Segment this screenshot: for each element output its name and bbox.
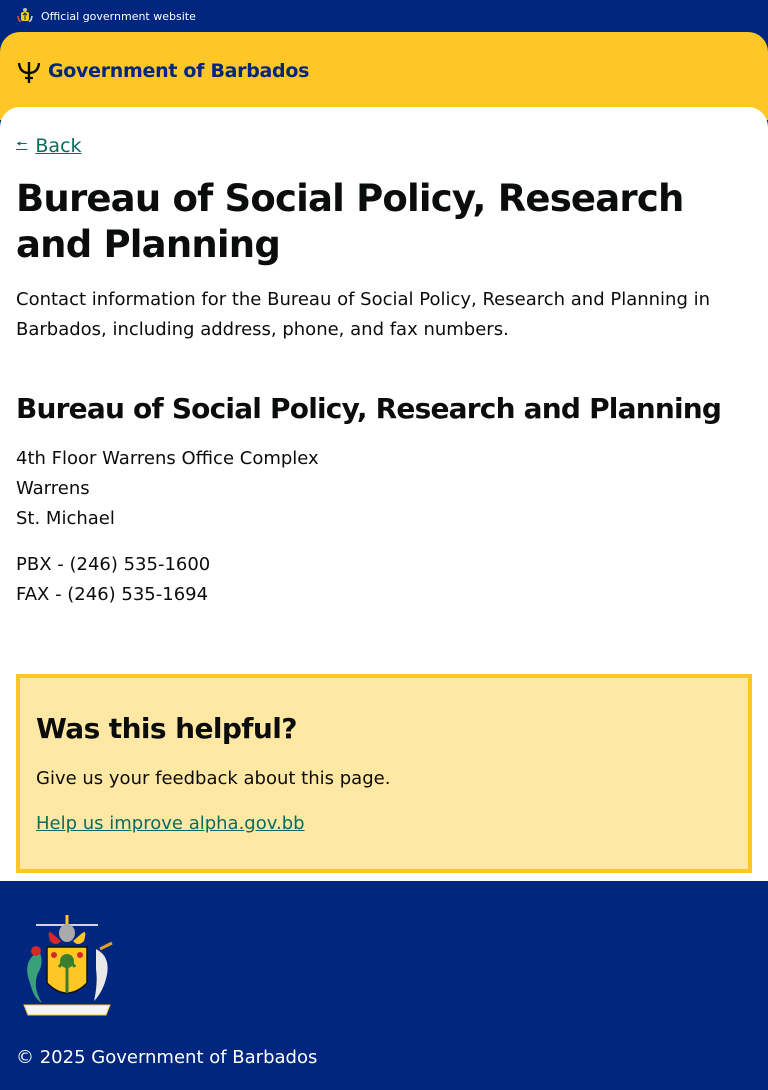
official-banner: Official government website (0, 0, 768, 32)
address-line: 4th Floor Warrens Office Complex (16, 448, 319, 469)
official-banner-text: Official government website (41, 9, 196, 23)
site-footer: © 2025 Government of Barbados (0, 881, 768, 1090)
contact-heading: Bureau of Social Policy, Research and Pl… (16, 392, 722, 425)
footer-copyright: © 2025 Government of Barbados (16, 1047, 318, 1068)
page-title: Bureau of Social Policy, Research and Pl… (16, 177, 684, 266)
contact-phones: PBX - (246) 535-1600 FAX - (246) 535-169… (16, 550, 210, 610)
feedback-heading: Was this helpful? (36, 712, 297, 745)
feedback-link[interactable]: Help us improve alpha.gov.bb (36, 813, 305, 834)
coat-of-arms-icon (17, 8, 33, 22)
back-link[interactable]: 🠔 Back (16, 135, 82, 157)
address-line: St. Michael (16, 508, 115, 529)
coat-of-arms-icon (23, 915, 113, 1016)
trident-icon[interactable] (16, 58, 42, 84)
page-intro: Contact information for the Bureau of So… (16, 289, 711, 340)
contact-address: 4th Floor Warrens Office Complex Warrens… (16, 444, 319, 534)
back-link-label: Back (35, 135, 82, 157)
arrow-left-icon: 🠔 (16, 137, 28, 152)
feedback-text: Give us your feedback about this page. (36, 768, 391, 789)
feedback-panel: Was this helpful? Give us your feedback … (16, 674, 752, 873)
phone-line-fax: FAX - (246) 535-1694 (16, 584, 209, 605)
site-brand-link[interactable]: Government of Barbados (48, 58, 309, 84)
address-line: Warrens (16, 478, 90, 499)
phone-line-pbx: PBX - (246) 535-1600 (16, 554, 211, 575)
